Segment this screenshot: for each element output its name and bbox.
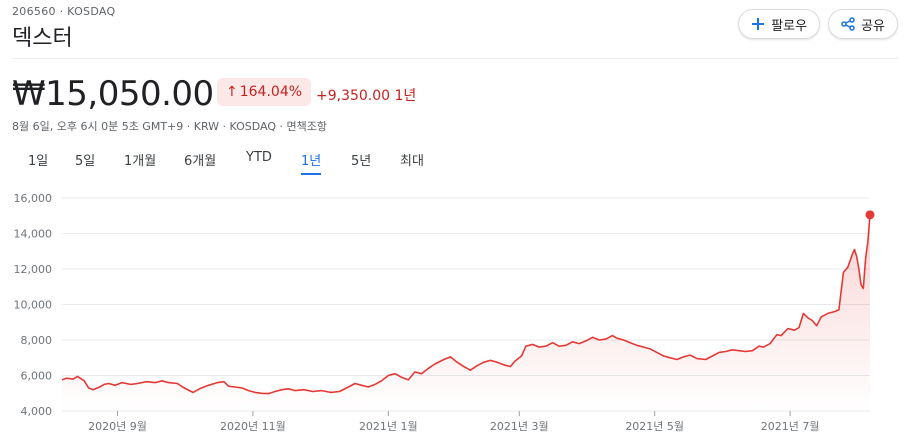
share-icon — [841, 17, 855, 31]
ticker-label: 206560 · KOSDAQ — [12, 5, 116, 18]
share-button[interactable]: 공유 — [828, 9, 898, 39]
range-tab[interactable]: 1개월 — [124, 150, 156, 173]
y-tick-label: 8,000 — [21, 334, 53, 347]
change-percent-badge: ↑ 164.04% — [217, 78, 312, 106]
current-price: ₩15,050.00 — [12, 74, 214, 114]
arrow-up-icon: ↑ — [226, 84, 238, 100]
header-divider — [12, 58, 898, 59]
range-tab[interactable]: 5일 — [75, 150, 95, 173]
range-tab[interactable]: 6개월 — [184, 150, 216, 173]
range-tab[interactable]: 5년 — [351, 150, 371, 173]
x-tick-label: 2021년 5월 — [625, 420, 684, 433]
range-tab[interactable]: 최대 — [400, 150, 424, 173]
change-absolute: +9,350.00 1년 — [316, 88, 417, 104]
range-tab[interactable]: 1일 — [28, 150, 48, 173]
x-tick-label: 2020년 11월 — [220, 420, 286, 433]
range-tab[interactable]: YTD — [246, 150, 272, 169]
x-tick-label: 2021년 3월 — [490, 420, 549, 433]
follow-button[interactable]: 팔로우 — [738, 9, 821, 39]
price-chart[interactable]: 4,000 6,000 8,000 10,000 12,000 14,000 16,000 2… — [0, 180, 910, 443]
quote-meta: 8월 6일, 오후 6시 0분 5초 GMT+9 · KRW · KOSDAQ … — [12, 120, 328, 133]
x-tick-label: 2020년 9월 — [88, 420, 147, 433]
x-tick-label: 2021년 7월 — [761, 420, 820, 433]
follow-label: 팔로우 — [771, 18, 808, 34]
action-buttons: 팔로우 공유 — [738, 9, 898, 39]
y-tick-label: 10,000 — [14, 299, 53, 312]
y-tick-label: 16,000 — [14, 192, 53, 205]
y-tick-label: 6,000 — [21, 370, 53, 383]
company-name: 덱스터 — [12, 26, 73, 51]
price-area-fill — [62, 214, 870, 411]
y-tick-label: 14,000 — [14, 228, 53, 241]
range-tab[interactable]: 1년 — [301, 150, 322, 175]
x-tick-label: 2021년 1월 — [359, 420, 418, 433]
last-price-point — [865, 210, 875, 220]
plus-icon — [751, 17, 765, 31]
change-percent: 164.04% — [239, 84, 303, 100]
share-label: 공유 — [861, 18, 885, 34]
price-chart-svg: 4,000 6,000 8,000 10,000 12,000 14,000 16,000 2… — [14, 192, 875, 433]
y-tick-label: 12,000 — [14, 263, 53, 276]
y-tick-label: 4,000 — [21, 405, 53, 418]
